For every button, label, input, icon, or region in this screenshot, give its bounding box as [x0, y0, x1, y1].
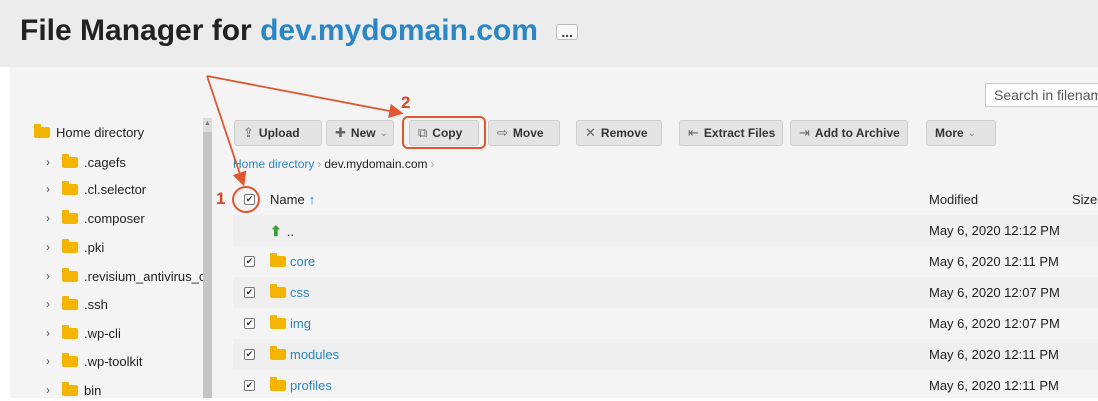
- arrow-to-checkbox: [206, 75, 247, 187]
- arrow-to-copy: [206, 75, 404, 119]
- annotation-arrows: [206, 75, 404, 187]
